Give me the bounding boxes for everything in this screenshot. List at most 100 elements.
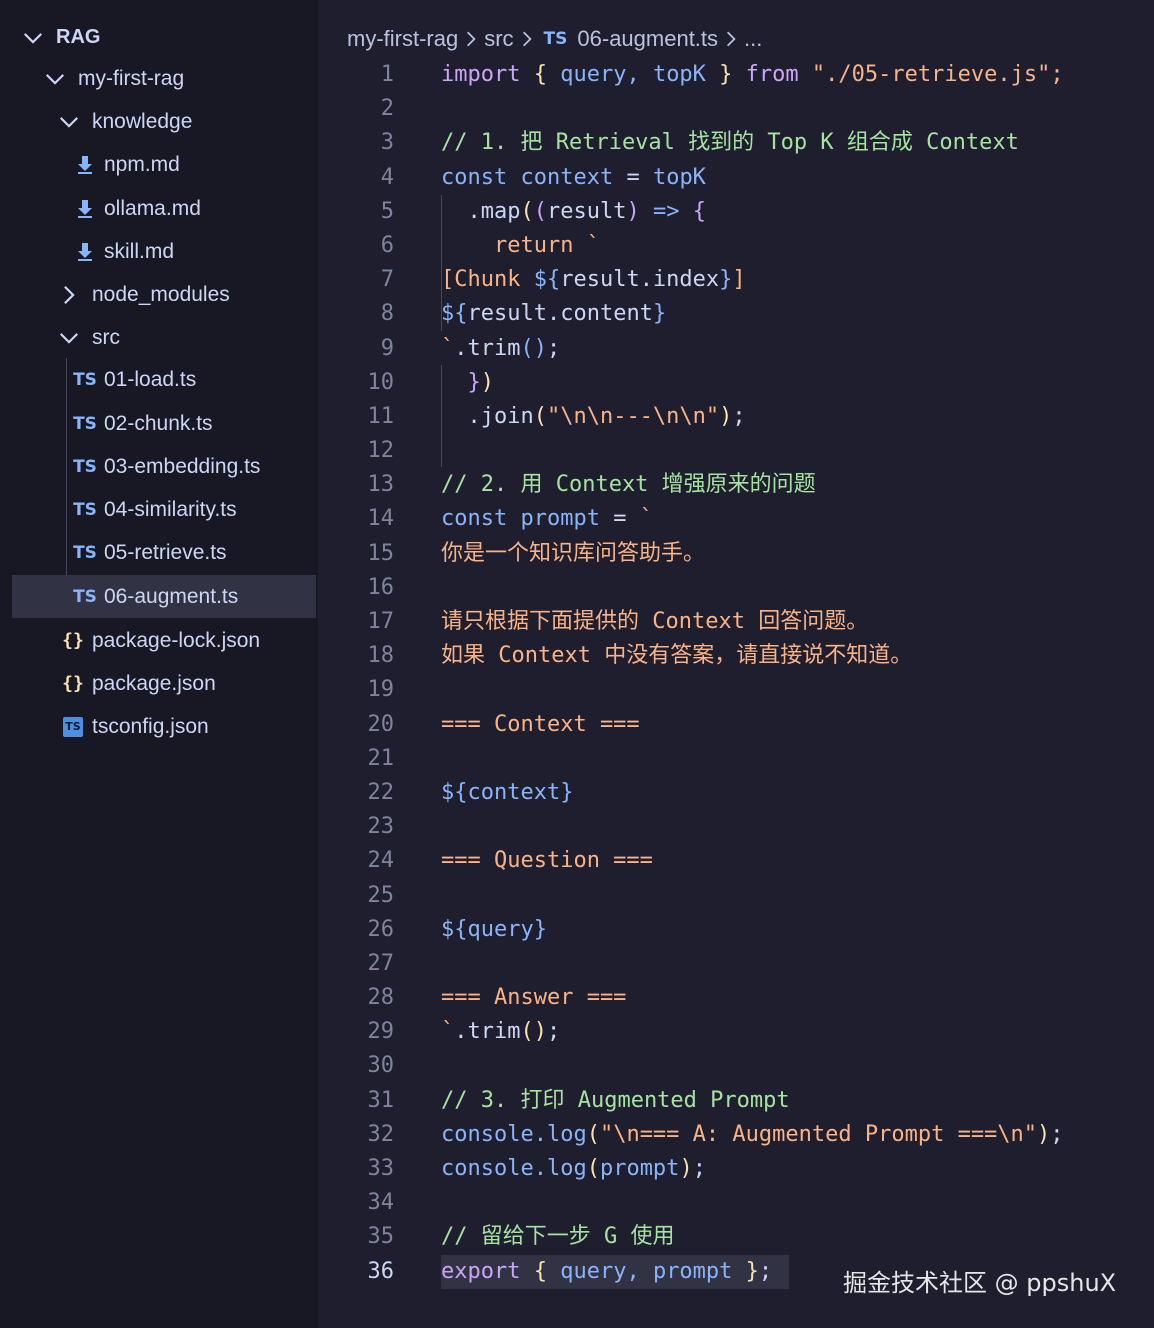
tree-item-label: RAG (56, 26, 101, 48)
tree-item-skill-md[interactable]: skill.md (12, 230, 316, 273)
code-token-template: 你是一个知识库问答助手。 (441, 540, 706, 566)
code-line[interactable]: 33 console.log(prompt); (318, 1152, 1154, 1186)
tree-item-04-similarity-ts[interactable]: TS 04-similarity.ts (12, 488, 316, 531)
code-text: console.log(prompt); (441, 1152, 706, 1186)
code-line[interactable]: 25 (318, 879, 1154, 913)
code-line[interactable]: 14 const prompt = ` (318, 502, 1154, 536)
tree-item-src[interactable]: src (12, 316, 316, 359)
tree-item-label: 01-load.ts (104, 367, 197, 391)
tree-item-tsconfig-json[interactable]: TS tsconfig.json (12, 705, 316, 748)
code-token-template: 如果 Context 中没有答案，请直接说不知道。 (441, 643, 913, 669)
code-token-declaration: prompt (507, 506, 614, 532)
code-token-comment: // 3. 打印 Augmented Prompt (441, 1087, 790, 1113)
line-number: 36 (367, 1258, 395, 1284)
tree-item-my-first-rag[interactable]: my-first-rag (12, 57, 316, 100)
code-editor[interactable]: 1 import { query, topK } from "./05-retri… (318, 58, 1154, 1298)
code-token-template: === Question === (441, 848, 653, 874)
code-line[interactable]: 10 }) (318, 366, 1154, 400)
code-line[interactable]: 23 (318, 810, 1154, 844)
tree-item-node-modules[interactable]: node_modules (12, 273, 316, 316)
code-line[interactable]: 24 === Question === (318, 844, 1154, 878)
code-token-declaration: topK (639, 164, 706, 190)
code-token-text: .trim (454, 335, 521, 361)
code-token-text: ; (546, 1019, 561, 1045)
code-token-declaration: query, prompt (546, 1258, 746, 1284)
code-line[interactable]: 13 // 2. 用 Context 增强原来的问题 (318, 468, 1154, 502)
tree-indent-guide (66, 358, 67, 575)
code-token-punctuation: ) (1037, 1121, 1051, 1147)
code-token-declaration: prompt (599, 1156, 680, 1181)
typescript-file-icon: TS (73, 413, 97, 434)
code-line[interactable]: 18 如果 Context 中没有答案，请直接说不知道。 (318, 639, 1154, 673)
line-number: 6 (380, 232, 394, 258)
code-line[interactable]: 11 .join("\n\n---\n\n"); (318, 400, 1154, 434)
tree-item-npm-md[interactable]: npm.md (12, 143, 316, 186)
tree-item-package-lock-json[interactable]: {} package-lock.json (12, 619, 316, 662)
tree-item-02-chunk-ts[interactable]: TS 02-chunk.ts (12, 402, 316, 445)
code-line[interactable]: 27 (318, 947, 1154, 981)
explorer-root-rag[interactable]: RAG (12, 16, 316, 59)
code-line[interactable]: 8 ${result.content} (318, 297, 1154, 331)
code-line[interactable]: 26 ${query} (318, 913, 1154, 947)
code-token-template: [Chunk (441, 267, 534, 293)
code-token-declaration: query (467, 916, 534, 942)
chevron-right-icon (514, 30, 540, 48)
breadcrumb-segment-project[interactable]: my-first-rag (347, 26, 458, 52)
code-line[interactable]: 9 `.trim(); (318, 332, 1154, 366)
code-token-punctuation: ) (679, 1156, 693, 1181)
code-line[interactable]: 22 ${context} (318, 776, 1154, 810)
code-line[interactable]: 19 (318, 673, 1154, 707)
tree-item-label: 04-similarity.ts (104, 497, 237, 521)
code-line[interactable]: 35 // 留给下一步 G 使用 (318, 1220, 1154, 1254)
tree-item-01-load-ts[interactable]: TS 01-load.ts (12, 358, 316, 401)
code-line[interactable]: 20 === Context === (318, 708, 1154, 742)
code-text: === Answer === (441, 981, 626, 1015)
code-line[interactable]: 16 (318, 571, 1154, 605)
code-token-keyword: import (441, 62, 521, 87)
code-line[interactable]: 31 // 3. 打印 Augmented Prompt (318, 1084, 1154, 1118)
json-braces-icon: {} (62, 673, 84, 694)
code-token-keyword: } (467, 369, 481, 395)
code-line[interactable]: 32 console.log("\n=== A: Augmented Prompt… (318, 1118, 1154, 1152)
code-line[interactable]: 21 (318, 742, 1154, 776)
tree-item-06-augment-ts[interactable]: TS 06-augment.ts (12, 575, 316, 618)
code-line[interactable]: 12 (318, 434, 1154, 468)
line-number: 1 (380, 62, 394, 87)
code-line[interactable]: 28 === Answer === (318, 981, 1154, 1015)
tree-item-03-embedding-ts[interactable]: TS 03-embedding.ts (12, 445, 316, 488)
code-line[interactable]: 30 (318, 1049, 1154, 1083)
code-line[interactable]: 29 `.trim(); (318, 1015, 1154, 1049)
line-number: 2 (380, 96, 394, 122)
code-line[interactable]: 1 import { query, topK } from "./05-retri… (318, 58, 1154, 92)
line-number: 29 (367, 1019, 395, 1045)
code-line[interactable]: 3 // 1. 把 Retrieval 找到的 Top K 组合成 Context (318, 126, 1154, 160)
breadcrumb-segment-symbols[interactable]: ... (744, 26, 762, 52)
code-line[interactable]: 17 请只根据下面提供的 Context 回答问题。 (318, 605, 1154, 639)
chevron-down-icon (42, 68, 68, 90)
tree-item-05-retrieve-ts[interactable]: TS 05-retrieve.ts (12, 531, 316, 574)
tree-item-knowledge[interactable]: knowledge (12, 100, 316, 143)
line-number: 28 (367, 985, 395, 1011)
tree-item-ollama-md[interactable]: ollama.md (12, 187, 316, 230)
code-token-declaration: console.log (441, 1156, 587, 1181)
line-number: 30 (367, 1053, 395, 1079)
line-number: 13 (367, 472, 395, 498)
code-text: .join("\n\n---\n\n"); (441, 400, 745, 434)
code-line[interactable]: 15 你是一个知识库问答助手。 (318, 537, 1154, 571)
line-number: 16 (367, 574, 395, 600)
typescript-file-icon: TS (543, 29, 568, 49)
code-token-template: "\n\n---\n\n" (546, 403, 720, 429)
code-line[interactable]: 34 (318, 1186, 1154, 1220)
code-token-declaration: ${ (441, 779, 468, 805)
code-line[interactable]: 7 [Chunk ${result.index}] (318, 263, 1154, 297)
tree-item-package-json[interactable]: {} package.json (12, 662, 316, 705)
code-text: ${context} (441, 776, 573, 810)
code-line[interactable]: 5 .map((result) => { (318, 195, 1154, 229)
code-token-template: === Context === (441, 711, 640, 737)
line-number: 27 (367, 950, 395, 976)
code-line[interactable]: 6 return ` (318, 229, 1154, 263)
code-line[interactable]: 2 (318, 92, 1154, 126)
breadcrumb-segment-file[interactable]: 06-augment.ts (577, 26, 718, 52)
breadcrumb-segment-src[interactable]: src (484, 26, 513, 52)
code-line[interactable]: 4 const context = topK (318, 161, 1154, 195)
